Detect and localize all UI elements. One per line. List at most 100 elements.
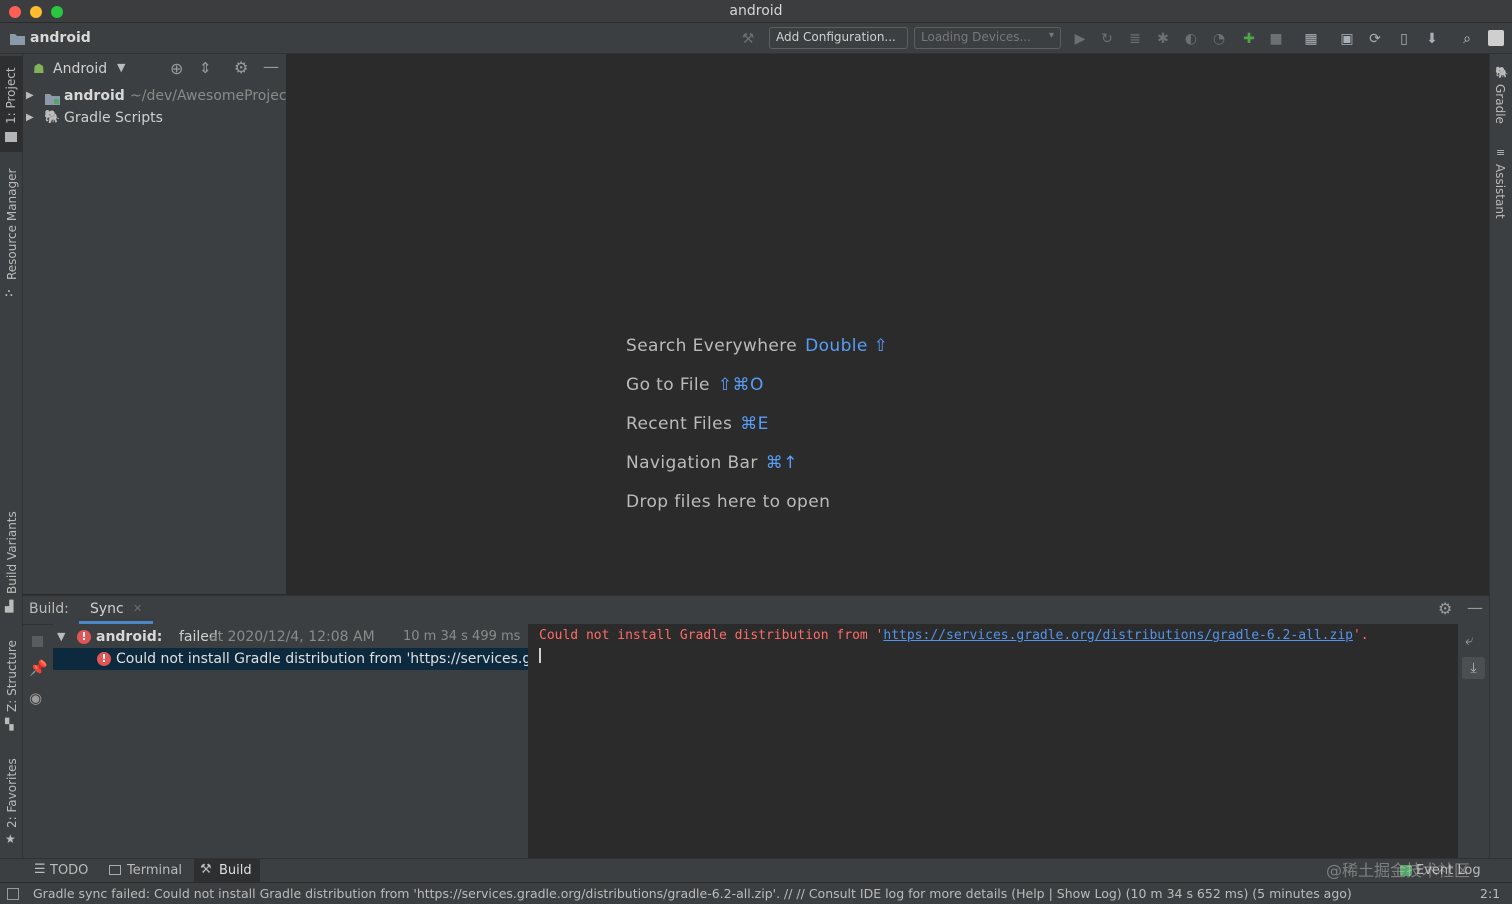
gradle-elephant-icon: 🐘 [1495, 66, 1509, 79]
tab-gradle[interactable]: 🐘 Gradle [1490, 62, 1512, 132]
build-error-text: Could not install Gradle distribution fr… [116, 651, 528, 667]
expand-arrow-icon[interactable]: ▶ [26, 85, 34, 107]
scroll-to-end-icon[interactable]: ⤓ [1462, 657, 1485, 679]
left-tool-stripe: 1: Project Resource Manager ⛬ Build Vari… [0, 54, 23, 884]
status-bar: Gradle sync failed: Could not install Gr… [0, 882, 1512, 904]
hint-shortcut: ⇧⌘O [717, 375, 764, 395]
run-icon[interactable]: ▶ [1071, 30, 1089, 48]
stop-icon[interactable]: ■ [1267, 30, 1285, 48]
debug-icon[interactable]: ✱ [1154, 30, 1172, 48]
tree-item-label: android [64, 88, 125, 104]
project-panel: ☗ Android ▼ ⊕ ⇕ ⚙ — ▶ android ~/dev/Awes… [23, 54, 287, 594]
build-console[interactable]: Could not install Gradle distribution fr… [529, 624, 1458, 859]
account-avatar-icon[interactable] [1488, 30, 1504, 46]
eye-icon[interactable]: ◉ [29, 690, 42, 706]
tab-build-label: Build [219, 863, 252, 878]
hide-icon[interactable]: — [263, 59, 279, 75]
build-tree-root[interactable]: ▼ ! android: failed at 2020/12/4, 12:08 … [53, 626, 528, 648]
apply-changes-icon[interactable]: ↻ [1098, 30, 1116, 48]
console-toolbar: ⤶ ⤓ [1458, 624, 1489, 859]
add-configuration-button[interactable]: Add Configuration... [769, 27, 908, 49]
tree-item-android[interactable]: ▶ android ~/dev/AwesomeProject [23, 85, 287, 107]
tab-sync[interactable]: Sync ✕ [79, 596, 153, 624]
tab-project[interactable]: 1: Project [0, 56, 23, 152]
hint-label: Recent Files [626, 414, 733, 434]
tab-build-variants[interactable]: Build Variants ▟ [0, 509, 23, 617]
soft-wrap-icon[interactable]: ⤶ [1465, 632, 1473, 648]
device-selector[interactable]: Loading Devices... ▾ [914, 27, 1061, 49]
right-tool-stripe: 🐘 Gradle ≡ Assistant [1489, 54, 1512, 884]
gear-icon[interactable]: ⚙ [234, 60, 248, 76]
tab-terminal[interactable]: Terminal [104, 859, 188, 883]
tab-todo[interactable]: ☰ TODO [28, 859, 96, 883]
pin-icon[interactable]: 📌 [29, 660, 48, 676]
project-panel-header: ☗ Android ▼ ⊕ ⇕ ⚙ — [23, 54, 287, 84]
gear-icon[interactable]: ⚙ [1438, 601, 1452, 617]
profile-icon[interactable]: ◐ [1182, 30, 1200, 48]
tree-item-label: Gradle Scripts [64, 110, 163, 126]
toggle-tool-windows-icon[interactable] [7, 888, 19, 900]
build-tree: ▼ ! android: failed at 2020/12/4, 12:08 … [53, 624, 529, 859]
title-bar: android [0, 0, 1512, 23]
tab-build[interactable]: ⚒ Build [194, 859, 260, 883]
tab-project-label: 1: Project [4, 67, 18, 124]
hint-search-everywhere: Search Everywhere Double ⇧ [626, 336, 888, 356]
editor-area[interactable]: Search Everywhere Double ⇧ Go to File ⇧⌘O … [288, 54, 1488, 594]
tree-item-gradle-scripts[interactable]: ▶ 🐘 Gradle Scripts [23, 107, 287, 129]
build-root-duration: 10 m 34 s 499 ms [403, 629, 521, 644]
attach-debugger-icon[interactable]: ✚ [1240, 30, 1258, 48]
sdk-manager-icon[interactable]: ⬇ [1423, 30, 1441, 48]
avd-manager-icon[interactable]: ▯ [1395, 30, 1413, 48]
breadcrumb-project[interactable]: android [30, 30, 91, 46]
search-icon[interactable]: ⌕ [1458, 30, 1476, 48]
tab-favorites[interactable]: 2: Favorites ★ [0, 752, 23, 852]
tab-assistant[interactable]: ≡ Assistant [1490, 144, 1512, 224]
build-side-toolbar: 📌 ◉ [23, 624, 53, 859]
build-root-name: android: [96, 629, 163, 645]
project-structure-icon[interactable]: ▦ [1302, 30, 1320, 48]
watermark: @稀土掘金技术社区 [1326, 861, 1471, 880]
status-message[interactable]: Gradle sync failed: Could not install Gr… [33, 886, 1352, 901]
terminal-icon [109, 865, 121, 875]
android-icon: ☗ [33, 62, 45, 77]
bottom-tool-tabs: ☰ TODO Terminal ⚒ Build Event Log @稀土掘金技… [0, 858, 1512, 883]
build-label: Build: [29, 601, 69, 617]
tab-structure[interactable]: Z: Structure ▚ [0, 636, 23, 736]
hint-label: Search Everywhere [626, 336, 798, 356]
sync-gradle-icon[interactable]: ⟳ [1366, 30, 1384, 48]
chevron-down-icon: ▾ [1048, 30, 1054, 41]
locate-icon[interactable]: ⊕ [170, 61, 183, 77]
list-icon: ≡ [1496, 146, 1506, 159]
structure-icon: ▚ [5, 718, 14, 731]
project-view-selector[interactable]: Android [53, 61, 107, 77]
hint-shortcut: ⌘E [740, 414, 769, 434]
apply-code-changes-icon[interactable]: ≣ [1126, 30, 1144, 48]
folder-icon [10, 32, 25, 45]
hide-icon[interactable]: — [1467, 600, 1483, 616]
close-icon[interactable]: ✕ [133, 602, 142, 615]
tab-terminal-label: Terminal [127, 863, 182, 878]
error-icon: ! [77, 630, 91, 644]
build-tool-window: Build: Sync ✕ ⚙ — 📌 ◉ ▼ ! android: faile… [23, 595, 1489, 859]
terminal-icon[interactable]: ▣ [1338, 30, 1356, 48]
console-error-suffix: '. [1352, 628, 1369, 643]
console-error-link[interactable]: https://services.gradle.org/distribution… [883, 628, 1353, 643]
caret-position[interactable]: 2:1 [1480, 886, 1500, 901]
tab-favorites-label: 2: Favorites [5, 758, 19, 828]
collapse-all-icon[interactable]: ⇕ [199, 60, 212, 76]
collapse-arrow-icon[interactable]: ▼ [57, 626, 65, 648]
tab-gradle-label: Gradle [1493, 84, 1507, 124]
device-selector-label: Loading Devices... [921, 30, 1031, 44]
build-tree-error-item[interactable]: ! Could not install Gradle distribution … [53, 648, 528, 670]
hint-label: Navigation Bar [626, 453, 758, 473]
chevron-down-icon[interactable]: ▼ [117, 61, 125, 74]
build-root-time: at 2020/12/4, 12:08 AM [209, 629, 375, 645]
stop-icon[interactable] [32, 636, 43, 647]
gradle-elephant-icon: 🐘 [44, 110, 61, 125]
expand-arrow-icon[interactable]: ▶ [26, 107, 34, 129]
profiler-icon[interactable]: ◔ [1210, 30, 1228, 48]
hammer-icon[interactable]: ⚒ [739, 30, 757, 48]
tab-build-variants-label: Build Variants [5, 511, 19, 594]
hammer-icon: ⚒ [200, 862, 212, 877]
tab-resource-manager[interactable]: Resource Manager ⛬ [0, 164, 23, 304]
